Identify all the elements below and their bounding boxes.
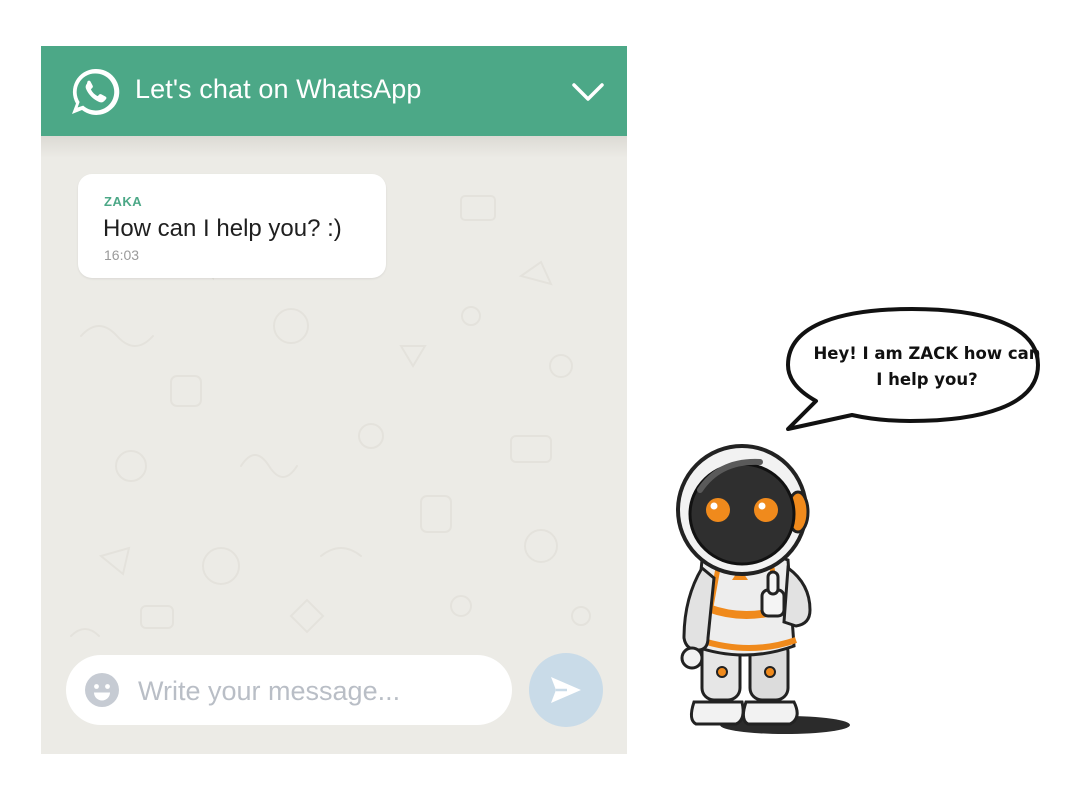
whatsapp-icon	[72, 68, 120, 115]
message-sender: ZAKA	[104, 194, 143, 209]
chat-header[interactable]: Let's chat on WhatsApp	[41, 46, 627, 136]
chat-header-title: Let's chat on WhatsApp	[135, 74, 422, 104]
message-input[interactable]	[136, 666, 500, 716]
whatsapp-chat-widget: Let's chat on WhatsApp ZAKA How can I he…	[41, 46, 627, 754]
message-bubble: ZAKA How can I help you? :) 16:03	[78, 174, 386, 278]
message-text: How can I help you? :)	[103, 215, 342, 242]
emoji-icon[interactable]	[84, 672, 120, 708]
speech-text: Hey! I am ZACK how can I help you?	[813, 344, 1041, 389]
astronaut-mascot	[676, 444, 850, 734]
header-shadow	[41, 136, 627, 158]
message-composer	[66, 655, 512, 725]
send-icon	[551, 677, 581, 703]
chat-messages-area: ZAKA How can I help you? :) 16:03	[41, 136, 627, 754]
send-button[interactable]	[529, 653, 603, 727]
chevron-down-icon[interactable]	[569, 76, 607, 108]
message-time: 16:03	[104, 247, 140, 263]
